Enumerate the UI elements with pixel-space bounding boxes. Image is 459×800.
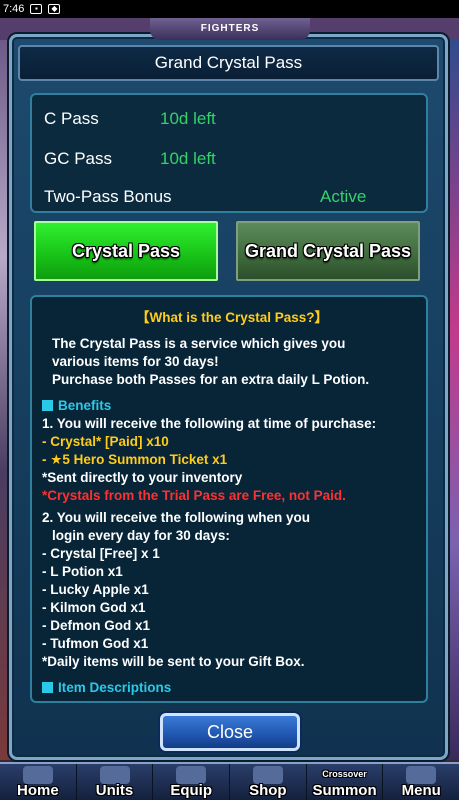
daily-note: *Daily items will be sent to your Gift B… — [42, 654, 305, 669]
intro-line-1: The Crystal Pass is a service which give… — [52, 336, 346, 351]
daily-heading-line-1: 2. You will receive the following when y… — [42, 510, 311, 525]
benefits-heading-label: Benefits — [58, 398, 112, 413]
crossover-badge: Crossover — [322, 769, 367, 779]
c-pass-row: C Pass 10d left — [44, 109, 414, 133]
nav-units[interactable]: Units — [77, 764, 154, 800]
trial-pass-note: *Crystals from the Trial Pass are Free, … — [42, 488, 346, 503]
description-heading: 【What is the Crystal Pass?】 — [135, 310, 329, 325]
square-bullet-icon — [42, 682, 53, 693]
gc-pass-row: GC Pass 10d left — [44, 149, 414, 173]
purchase-heading: 1. You will receive the following at tim… — [42, 416, 377, 431]
intro-line-2: various items for 30 days! — [52, 354, 219, 369]
app-icon: ◆ — [48, 4, 61, 14]
description-scroll-panel[interactable]: 【What is the Crystal Pass?】 The Crystal … — [30, 295, 428, 703]
bottom-navigation: Home Units Equip Shop Crossover Summon M… — [0, 762, 459, 800]
daily-item: - Kilmon God x1 — [42, 600, 146, 615]
gc-pass-value: 10d left — [160, 149, 216, 168]
benefits-heading: Benefits — [42, 397, 422, 415]
nav-summon[interactable]: Crossover Summon — [307, 764, 384, 800]
close-button[interactable]: Close — [160, 713, 300, 751]
c-pass-value: 10d left — [160, 109, 216, 128]
pass-status-panel: C Pass 10d left GC Pass 10d left Two-Pas… — [30, 93, 428, 213]
two-pass-bonus-value: Active — [320, 187, 367, 206]
daily-item: - L Potion x1 — [42, 564, 123, 579]
daily-heading-line-2: login every day for 30 days: — [52, 528, 230, 543]
square-bullet-icon — [42, 400, 53, 411]
item-descriptions-heading: Item Descriptions — [42, 679, 422, 697]
c-pass-label: C Pass — [44, 109, 99, 128]
daily-item: - Defmon God x1 — [42, 618, 151, 633]
daily-item: - Lucky Apple x1 — [42, 582, 149, 597]
two-pass-bonus-label: Two-Pass Bonus — [44, 187, 172, 206]
nav-shop[interactable]: Shop — [230, 764, 307, 800]
item-descriptions-label: Item Descriptions — [58, 680, 172, 695]
status-bar: 7:46 ▪ ◆ — [0, 0, 459, 18]
nav-menu[interactable]: Menu — [383, 764, 459, 800]
tab-grand-crystal-pass[interactable]: Grand Crystal Pass — [236, 221, 420, 281]
purchase-item: - Crystal* [Paid] x10 — [42, 434, 169, 449]
purchase-note: *Sent directly to your inventory — [42, 470, 243, 485]
purchase-item: - ★5 Hero Summon Ticket x1 — [42, 452, 228, 467]
grand-crystal-pass-dialog: Grand Crystal Pass C Pass 10d left GC Pa… — [9, 34, 448, 760]
dialog-title: Grand Crystal Pass — [18, 45, 439, 81]
description-content: 【What is the Crystal Pass?】 The Crystal … — [42, 309, 422, 697]
tab-crystal-pass[interactable]: Crystal Pass — [34, 221, 218, 281]
two-pass-bonus-row: Two-Pass Bonus Active — [44, 187, 414, 211]
intro-line-3: Purchase both Passes for an extra daily … — [52, 372, 370, 387]
gc-pass-label: GC Pass — [44, 149, 113, 168]
daily-item: - Crystal [Free] x 1 — [42, 546, 160, 561]
notification-icon: ▪ — [30, 4, 43, 14]
nav-equip[interactable]: Equip — [153, 764, 231, 800]
daily-item: - Tufmon God x1 — [42, 636, 149, 651]
nav-home[interactable]: Home — [0, 764, 77, 800]
status-time: 7:46 — [3, 3, 25, 15]
